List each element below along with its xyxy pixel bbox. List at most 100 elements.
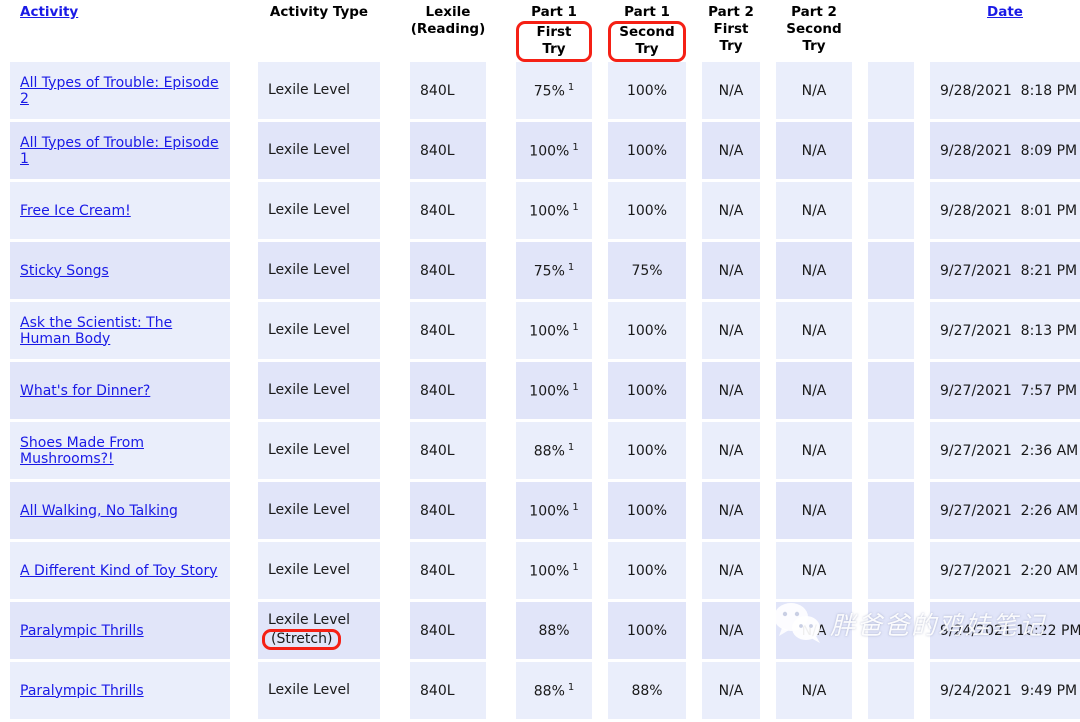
column-header-part2-first-try-line1: Part 2 <box>708 4 754 20</box>
cell-spacer <box>686 662 702 722</box>
cell-activity[interactable]: What's for Dinner? <box>10 362 230 422</box>
part1-second-try-value: 100% <box>626 622 668 639</box>
cell-activity[interactable]: All Types of Trouble: Episode 2 <box>10 62 230 122</box>
column-header-date[interactable]: Date <box>930 0 1080 62</box>
cell-activity[interactable]: Sticky Songs <box>10 242 230 302</box>
cell-part2-second-try: N/A <box>776 602 852 662</box>
column-header-activity[interactable]: Activity <box>10 0 230 62</box>
cell-blank <box>868 362 914 422</box>
cell-activity[interactable]: Shoes Made From Mushrooms?! <box>10 422 230 482</box>
cell-part2-first-try: N/A <box>702 602 760 662</box>
cell-spacer <box>0 422 10 482</box>
cell-lexile: 840L <box>410 362 486 422</box>
date-value: 9/27/2021 2:20 AM <box>940 562 1079 579</box>
cell-spacer <box>760 542 776 602</box>
cell-spacer <box>760 602 776 662</box>
cell-spacer <box>686 122 702 182</box>
part1-first-try-value: 75% <box>533 263 565 280</box>
cell-spacer <box>230 422 258 482</box>
activity-link[interactable]: A Different Kind of Toy Story <box>20 563 218 579</box>
activity-report-table: Activity Activity Type Lexile (Reading) <box>0 0 1080 722</box>
cell-spacer <box>686 182 702 242</box>
cell-spacer <box>0 62 10 122</box>
table-row: Paralympic Thrills Lexile Level 840L 88% 1 88… <box>0 662 1080 722</box>
cell-part1-second-try: 100% <box>608 122 686 182</box>
activity-sort-link[interactable]: Activity <box>20 4 78 20</box>
cell-spacer <box>230 302 258 362</box>
cell-date: 9/27/2021 8:21 PM <box>930 242 1080 302</box>
lexile-value: 840L <box>420 82 455 99</box>
cell-activity[interactable]: Free Ice Cream! <box>10 182 230 242</box>
cell-spacer <box>914 602 930 662</box>
cell-lexile: 840L <box>410 662 486 722</box>
cell-part1-second-try: 100% <box>608 602 686 662</box>
date-sort-link[interactable]: Date <box>987 4 1023 20</box>
part2-second-try-value: N/A <box>801 322 827 339</box>
cell-spacer <box>914 302 930 362</box>
activity-link[interactable]: Free Ice Cream! <box>20 203 131 219</box>
activity-link[interactable]: All Types of Trouble: Episode 2 <box>20 75 219 107</box>
part2-second-try-value: N/A <box>801 262 827 279</box>
cell-blank <box>868 302 914 362</box>
column-header-lexile: Lexile (Reading) <box>410 0 486 62</box>
cell-activity[interactable]: Ask the Scientist: The Human Body <box>10 302 230 362</box>
cell-spacer <box>852 662 868 722</box>
activity-link[interactable]: Ask the Scientist: The Human Body <box>20 315 172 347</box>
cell-part2-first-try: N/A <box>702 362 760 422</box>
cell-spacer <box>592 122 608 182</box>
header-spacer <box>760 0 776 62</box>
lexile-value: 840L <box>420 142 455 159</box>
cell-spacer <box>486 602 516 662</box>
cell-date: 9/27/2021 8:13 PM <box>930 302 1080 362</box>
activity-type-label: Lexile Level <box>268 562 351 578</box>
part2-first-try-value: N/A <box>718 82 744 99</box>
cell-activity[interactable]: A Different Kind of Toy Story <box>10 542 230 602</box>
activity-link[interactable]: What's for Dinner? <box>20 383 150 399</box>
cell-activity[interactable]: All Walking, No Talking <box>10 482 230 542</box>
activity-link[interactable]: Sticky Songs <box>20 263 109 279</box>
cell-blank <box>868 122 914 182</box>
table-row: All Types of Trouble: Episode 1 Lexile Le… <box>0 122 1080 182</box>
cell-spacer <box>486 62 516 122</box>
cell-spacer <box>914 242 930 302</box>
cell-spacer <box>852 542 868 602</box>
activity-type-label: Lexile Level <box>268 82 351 98</box>
activity-link[interactable]: Paralympic Thrills <box>20 623 144 639</box>
cell-spacer <box>230 662 258 722</box>
cell-activity[interactable]: Paralympic Thrills <box>10 662 230 722</box>
cell-activity-type: Lexile Level <box>258 182 380 242</box>
date-value: 9/28/2021 8:01 PM <box>940 202 1078 219</box>
cell-blank <box>868 602 914 662</box>
cell-spacer <box>686 362 702 422</box>
header-spacer <box>486 0 516 62</box>
cell-part1-first-try: 100% 1 <box>516 302 592 362</box>
date-value: 9/27/2021 8:13 PM <box>940 322 1078 339</box>
activity-link[interactable]: All Types of Trouble: Episode 1 <box>20 135 219 167</box>
activity-link[interactable]: All Walking, No Talking <box>20 503 178 519</box>
activity-link[interactable]: Paralympic Thrills <box>20 683 144 699</box>
activity-type-label: Lexile Level <box>268 202 351 218</box>
cell-part2-first-try: N/A <box>702 242 760 302</box>
activity-type-label: Lexile Level <box>268 322 351 338</box>
cell-spacer <box>0 182 10 242</box>
cell-part1-first-try: 100% 1 <box>516 122 592 182</box>
cell-activity-type: Lexile Level <box>258 662 380 722</box>
cell-activity[interactable]: All Types of Trouble: Episode 1 <box>10 122 230 182</box>
cell-part1-second-try: 100% <box>608 482 686 542</box>
cell-activity[interactable]: Paralympic Thrills <box>10 602 230 662</box>
cell-part2-first-try: N/A <box>702 182 760 242</box>
date-value: 9/28/2021 8:09 PM <box>940 142 1078 159</box>
cell-part2-second-try: N/A <box>776 482 852 542</box>
activity-link[interactable]: Shoes Made From Mushrooms?! <box>20 435 144 467</box>
cell-spacer <box>0 122 10 182</box>
cell-lexile: 840L <box>410 122 486 182</box>
cell-spacer <box>380 662 410 722</box>
cell-spacer <box>0 662 10 722</box>
cell-spacer <box>760 242 776 302</box>
cell-lexile: 840L <box>410 182 486 242</box>
part2-second-try-value: N/A <box>801 382 827 399</box>
part2-first-try-value: N/A <box>718 382 744 399</box>
table-row: Shoes Made From Mushrooms?! Lexile Level 8… <box>0 422 1080 482</box>
cell-spacer <box>760 122 776 182</box>
cell-spacer <box>230 602 258 662</box>
